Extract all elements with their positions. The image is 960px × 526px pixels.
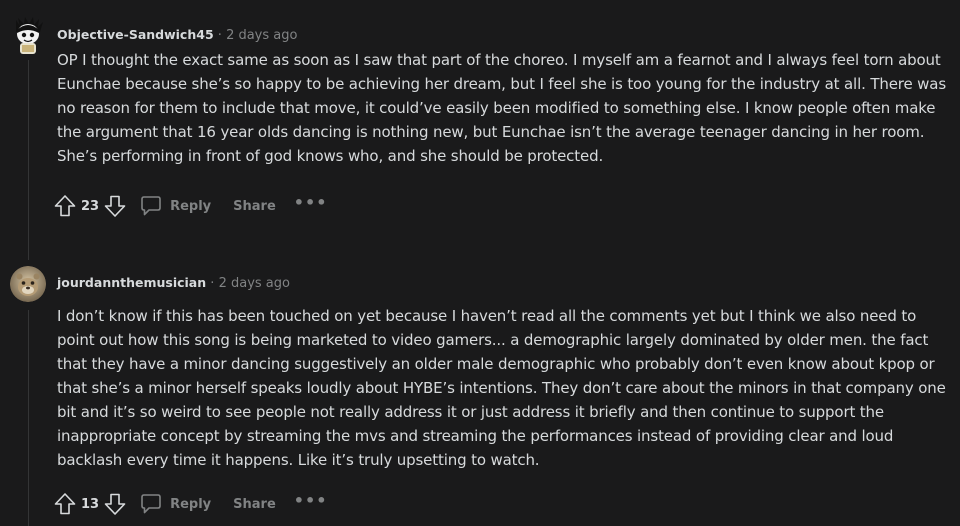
meta-separator: · — [210, 276, 215, 291]
reply-button[interactable]: Reply — [140, 195, 211, 217]
upvote-button[interactable] — [52, 490, 78, 518]
upvote-button[interactable] — [52, 192, 78, 220]
reply-button[interactable]: Reply — [140, 493, 211, 515]
speech-bubble-icon — [140, 493, 162, 515]
share-button[interactable]: Share — [233, 497, 276, 512]
meta-separator: · — [217, 28, 222, 43]
snoo-avatar-icon[interactable] — [8, 16, 48, 56]
downvote-arrow-icon — [104, 194, 126, 218]
downvote-arrow-icon — [104, 492, 126, 516]
vote-score: 23 — [81, 198, 100, 214]
speech-bubble-icon — [140, 195, 162, 217]
upvote-arrow-icon — [54, 194, 76, 218]
author-name[interactable]: Objective-Sandwich45 — [57, 27, 214, 42]
upvote-arrow-icon — [54, 492, 76, 516]
comment-meta: jourdannthemusician · 2 days ago — [57, 274, 290, 293]
share-button[interactable]: Share — [233, 199, 276, 214]
reply-label: Reply — [170, 198, 212, 214]
comment-meta: Objective-Sandwich45 · 2 days ago — [57, 26, 297, 45]
thread-line[interactable] — [28, 60, 29, 260]
comment-timestamp[interactable]: 2 days ago — [226, 28, 297, 43]
comment-body: OP I thought the exact same as soon as I… — [57, 51, 946, 165]
vote-score: 13 — [81, 496, 100, 512]
downvote-button[interactable] — [102, 192, 128, 220]
thread-line[interactable] — [28, 310, 29, 526]
more-options-button[interactable]: ••• — [294, 195, 328, 214]
comment-actions: 23 Reply Share ••• — [52, 192, 327, 220]
comment-timestamp[interactable]: 2 days ago — [219, 276, 290, 291]
reply-label: Reply — [170, 496, 212, 512]
user-avatar-icon[interactable] — [10, 266, 46, 302]
downvote-button[interactable] — [102, 490, 128, 518]
author-name[interactable]: jourdannthemusician — [57, 275, 206, 290]
more-options-button[interactable]: ••• — [294, 493, 328, 512]
comment-body: I don’t know if this has been touched on… — [57, 307, 946, 469]
comment-actions: 13 Reply Share ••• — [52, 490, 327, 518]
